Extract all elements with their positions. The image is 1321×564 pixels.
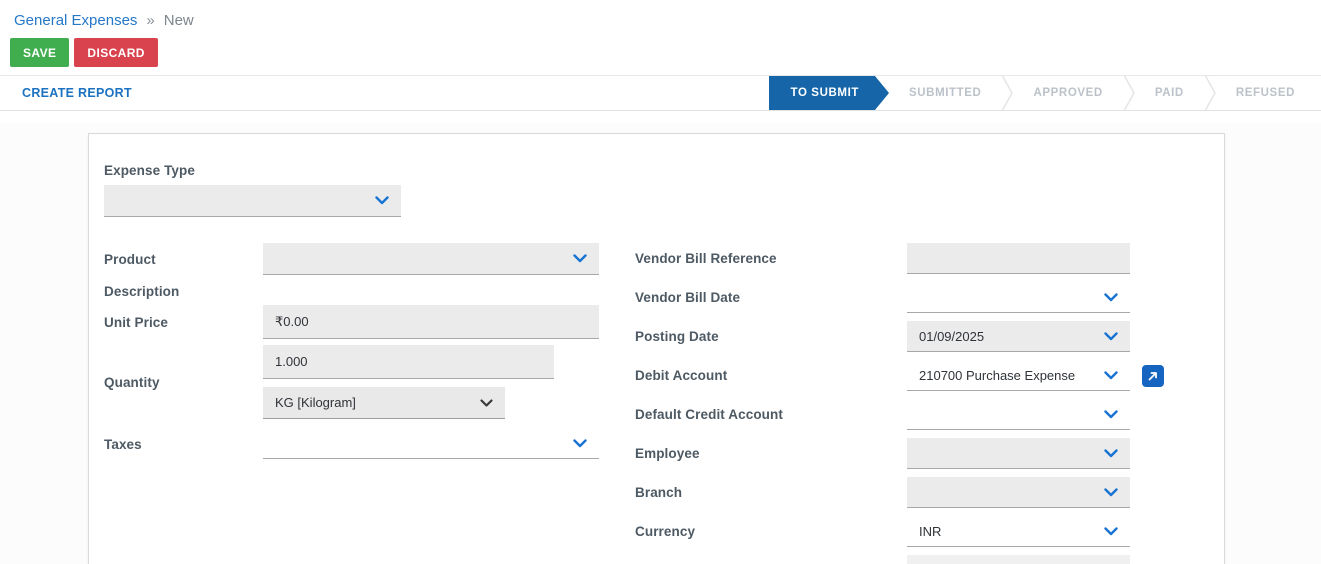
taxes-label: Taxes [104,437,263,452]
taxes-row: Taxes [104,429,614,459]
expense-type-group: Expense Type [104,163,1209,217]
discard-button[interactable]: DISCARD [74,38,157,67]
chevron-down-icon [480,399,493,407]
next-field-partial[interactable] [907,555,1130,564]
debit-account-label: Debit Account [635,368,907,383]
quantity-row: Quantity 1.000 KG [Kilogram] [104,345,614,419]
currency-value: INR [919,524,941,539]
breadcrumb-separator-icon: » [146,12,154,29]
product-row: Product [104,243,614,275]
unit-price-row: Unit Price ₹0.00 [104,305,614,339]
currency-label: Currency [635,524,907,539]
description-row: Description [104,277,614,305]
chevron-down-icon [1104,449,1118,458]
quantity-stack: 1.000 KG [Kilogram] [263,345,554,419]
quantity-label: Quantity [104,375,263,390]
uom-value: KG [Kilogram] [275,395,356,410]
branch-field[interactable] [907,477,1130,508]
next-field-row-partial [635,555,1167,564]
chevron-down-icon [1104,371,1118,380]
form-column-right: Vendor Bill Reference Vendor Bill Date P… [635,243,1167,564]
debit-account-row: Debit Account 210700 Purchase Expense [635,360,1167,391]
create-report-link[interactable]: CREATE REPORT [22,86,132,100]
statusbar-separator-icon [1001,76,1013,110]
default-credit-account-row: Default Credit Account [635,399,1167,430]
chevron-down-icon [1104,488,1118,497]
debit-account-value: 210700 Purchase Expense [919,368,1075,383]
chevron-down-icon [1104,332,1118,341]
vendor-bill-date-row: Vendor Bill Date [635,282,1167,313]
vendor-bill-reference-field[interactable] [907,243,1130,274]
branch-row: Branch [635,477,1167,508]
posting-date-field[interactable]: 01/09/2025 [907,321,1130,352]
expense-type-field[interactable] [104,185,401,217]
vendor-bill-date-label: Vendor Bill Date [635,290,907,305]
chevron-down-icon [573,254,587,263]
external-link-arrow-icon [1147,370,1159,382]
description-label: Description [104,284,179,299]
statusbar-step-to-submit[interactable]: TO SUBMIT [769,76,889,110]
form-toolbar: CREATE REPORT TO SUBMIT SUBMITTED APPROV… [0,75,1321,111]
unit-price-label: Unit Price [104,315,263,330]
statusbar-step-paid[interactable]: PAID [1135,76,1204,110]
posting-date-row: Posting Date 01/09/2025 [635,321,1167,352]
employee-row: Employee [635,438,1167,469]
main-area: Expense Type Product Description [0,123,1321,564]
vendor-bill-reference-row: Vendor Bill Reference [635,243,1167,274]
chevron-down-icon [1104,527,1118,536]
form-columns: Product Description Unit Price ₹0.00 [104,243,1209,564]
product-field[interactable] [263,243,599,275]
branch-label: Branch [635,485,907,500]
chevron-down-icon [1104,293,1118,302]
posting-date-label: Posting Date [635,329,907,344]
default-credit-account-label: Default Credit Account [635,407,907,422]
vendor-bill-date-field[interactable] [907,282,1130,313]
breadcrumb-current: New [164,12,194,29]
uom-select[interactable]: KG [Kilogram] [263,387,505,419]
form-column-left: Product Description Unit Price ₹0.00 [104,243,614,564]
action-buttons: SAVE DISCARD [0,29,1321,67]
employee-field[interactable] [907,438,1130,469]
statusbar-separator-icon [1204,76,1216,110]
currency-field[interactable]: INR [907,516,1130,547]
debit-account-field[interactable]: 210700 Purchase Expense [907,360,1130,391]
posting-date-value: 01/09/2025 [919,329,984,344]
statusbar-step-submitted[interactable]: SUBMITTED [889,76,1001,110]
quantity-value: 1.000 [275,354,308,369]
taxes-field[interactable] [263,429,599,459]
save-button[interactable]: SAVE [10,38,69,67]
breadcrumb: General Expenses » New [0,0,1321,29]
statusbar-separator-icon [1123,76,1135,110]
statusbar-step-refused[interactable]: REFUSED [1216,76,1315,110]
chevron-down-icon [1104,410,1118,419]
unit-price-field[interactable]: ₹0.00 [263,305,599,339]
expense-type-label: Expense Type [104,163,1209,178]
employee-label: Employee [635,446,907,461]
unit-price-value: ₹0.00 [275,314,309,330]
default-credit-account-field[interactable] [907,399,1130,430]
statusbar-step-approved[interactable]: APPROVED [1013,76,1122,110]
product-label: Product [104,252,263,267]
chevron-down-icon [375,196,389,205]
vendor-bill-reference-label: Vendor Bill Reference [635,251,907,266]
chevron-down-icon [573,439,587,448]
statusbar: TO SUBMIT SUBMITTED APPROVED PAID REFUSE… [769,76,1315,110]
debit-account-open-button[interactable] [1142,365,1164,387]
breadcrumb-parent-link[interactable]: General Expenses [14,12,137,29]
expense-form-card: Expense Type Product Description [88,133,1225,564]
currency-row: Currency INR [635,516,1167,547]
quantity-field[interactable]: 1.000 [263,345,554,379]
